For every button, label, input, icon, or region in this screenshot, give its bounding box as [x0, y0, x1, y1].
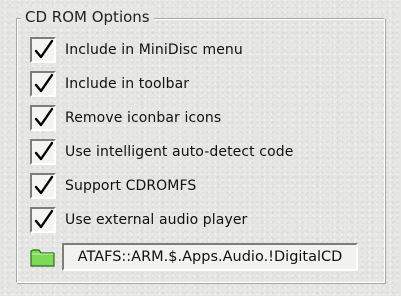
checkmark-icon [34, 141, 54, 161]
option-label: Include in toolbar [65, 76, 190, 92]
option-label: Support CDROMFS [65, 178, 197, 194]
cd-rom-options-panel: CD ROM Options Include in MiniDisc menu … [0, 0, 401, 296]
checkmark-icon [34, 175, 54, 195]
folder-icon[interactable] [30, 246, 56, 268]
checkbox[interactable] [30, 139, 56, 165]
audio-player-path-field[interactable]: ATAFS::ARM.$.Apps.Audio.!DigitalCD [62, 243, 358, 271]
checkbox[interactable] [30, 207, 56, 233]
option-label: Include in MiniDisc menu [65, 42, 243, 58]
checkmark-icon [34, 39, 54, 59]
option-use-external-audio-player[interactable]: Use external audio player [30, 205, 247, 235]
checkbox[interactable] [30, 37, 56, 63]
option-use-intelligent-auto-detect-code[interactable]: Use intelligent auto-detect code [30, 137, 293, 167]
option-label: Use external audio player [65, 212, 248, 228]
option-remove-iconbar-icons[interactable]: Remove iconbar icons [30, 103, 221, 133]
audio-player-path-row: ATAFS::ARM.$.Apps.Audio.!DigitalCD [30, 242, 358, 272]
option-support-cdromfs[interactable]: Support CDROMFS [30, 171, 196, 201]
group-title: CD ROM Options [21, 7, 154, 27]
checkbox[interactable] [30, 105, 56, 131]
checkbox[interactable] [30, 173, 56, 199]
checkbox[interactable] [30, 71, 56, 97]
option-include-in-minidisc-menu[interactable]: Include in MiniDisc menu [30, 35, 243, 65]
checkmark-icon [34, 73, 54, 93]
option-label: Use intelligent auto-detect code [65, 144, 294, 160]
checkmark-icon [34, 107, 54, 127]
option-label: Remove iconbar icons [65, 110, 222, 126]
option-include-in-toolbar[interactable]: Include in toolbar [30, 69, 189, 99]
checkmark-icon [34, 209, 54, 229]
